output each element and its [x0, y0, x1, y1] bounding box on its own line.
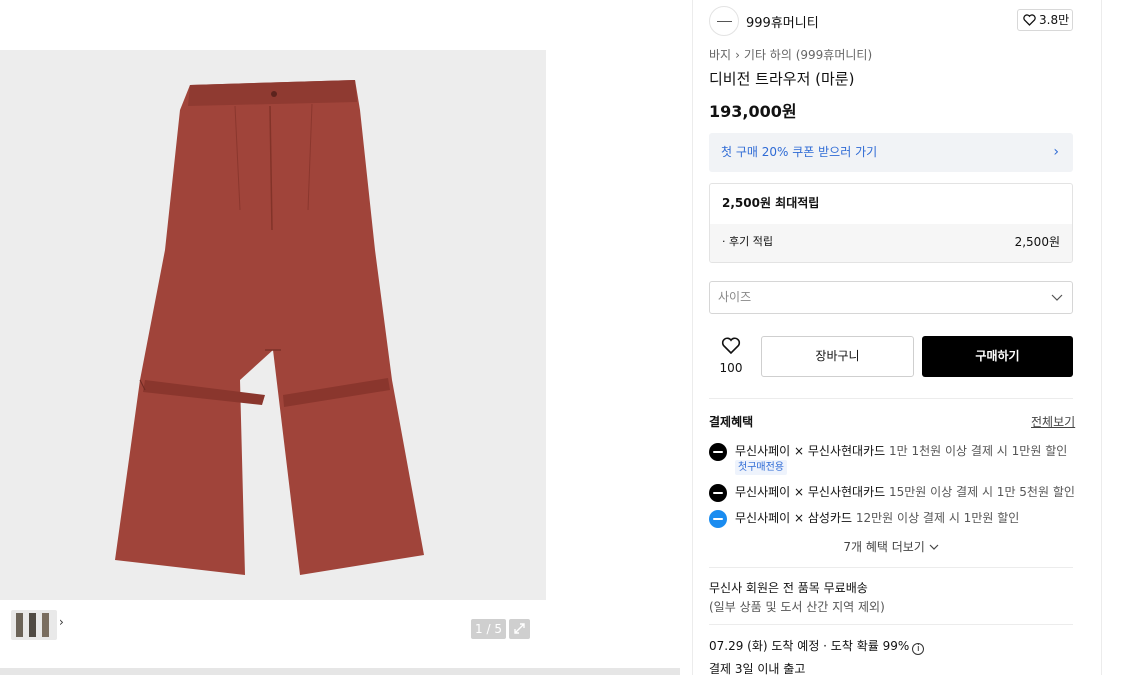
points-review-row: · 후기 적립 2,500원: [710, 224, 1072, 262]
heart-icon: [1023, 14, 1036, 26]
points-review-value: 2,500원: [1014, 235, 1060, 249]
buy-now-button[interactable]: 구매하기: [922, 336, 1073, 377]
coupon-banner[interactable]: 첫 구매 20% 쿠폰 받으러 가기 ›: [709, 133, 1073, 172]
brand-name[interactable]: 999휴머니티: [746, 12, 819, 31]
benefit-condition: 15만원 이상 결제 시 1만 5천원 할인: [889, 485, 1075, 499]
add-to-cart-button[interactable]: 장바구니: [761, 336, 914, 377]
shipping-exception-text: (일부 상품 및 도서 산간 지역 제외): [709, 600, 885, 614]
breadcrumb-subcategory[interactable]: 기타 하의 (999휴머니티): [744, 48, 872, 62]
benefit-condition: 1만 1천원 이상 결제 시 1만원 할인: [889, 444, 1068, 458]
benefits-title: 결제혜택: [709, 415, 754, 429]
wishlist-button[interactable]: 100: [709, 337, 753, 379]
breadcrumb-category[interactable]: 바지: [709, 48, 731, 62]
points-review-label: · 후기 적립: [722, 235, 773, 248]
more-benefits-button[interactable]: 7개 혜택 더보기: [709, 538, 1073, 555]
trousers-image: [115, 80, 424, 575]
breadcrumb: 바지 › 기타 하의 (999휴머니티): [709, 46, 1073, 63]
image-counter: 1 / 5: [471, 619, 506, 639]
product-price: 193,000원: [709, 102, 797, 121]
size-select[interactable]: 사이즈: [709, 281, 1073, 314]
divider: [709, 624, 1073, 625]
points-box: 2,500원 최대적립 · 후기 적립 2,500원: [709, 183, 1073, 263]
product-image[interactable]: [0, 50, 546, 600]
chevron-down-icon: [929, 544, 939, 550]
card-icon: [709, 443, 727, 461]
benefit-name: 무신사페이 × 무신사현대카드: [735, 485, 886, 499]
expand-icon[interactable]: [509, 619, 530, 639]
first-purchase-badge: 첫구매전용: [735, 460, 787, 475]
chevron-right-icon: ›: [1053, 144, 1059, 160]
thumbnail-next-icon[interactable]: ›: [59, 615, 64, 629]
arrival-text: 07.29 (화) 도착 예정 · 도착 확률 99%: [709, 639, 910, 653]
brand-like-button[interactable]: 3.8만: [1017, 9, 1073, 31]
more-benefits-label: 7개 혜택 더보기: [843, 540, 925, 554]
arrival-estimate: 07.29 (화) 도착 예정 · 도착 확률 99% i: [709, 637, 1073, 655]
breadcrumb-separator: ›: [735, 48, 740, 62]
chevron-down-icon: [1051, 282, 1063, 325]
free-shipping-text: 무신사 회원은 전 품목 무료배송: [709, 581, 868, 595]
info-icon[interactable]: i: [912, 643, 925, 655]
horizontal-scrollbar[interactable]: [0, 668, 680, 675]
wishlist-count: 100: [719, 361, 743, 375]
product-gallery: › 1 / 5: [0, 0, 546, 675]
divider: [709, 567, 1073, 568]
product-info-panel: 999휴머니티 3.8만 바지 › 기타 하의 (999휴머니티) 디비전 트라우저…: [692, 0, 1102, 675]
benefit-name: 무신사페이 × 삼성카드: [735, 511, 853, 525]
card-icon: [709, 484, 727, 502]
divider: [709, 398, 1073, 399]
thumbnail-1[interactable]: [11, 610, 57, 640]
benefits-see-all-link[interactable]: 전체보기: [1031, 413, 1075, 430]
release-text: 결제 3일 이내 출고: [709, 662, 806, 675]
size-placeholder: 사이즈: [718, 290, 752, 304]
benefit-name: 무신사페이 × 무신사현대카드: [735, 444, 886, 458]
benefit-condition: 12만원 이상 결제 시 1만원 할인: [855, 511, 1020, 525]
thumbnail-strip: ›: [0, 600, 546, 660]
heart-icon: [721, 337, 741, 355]
points-header: 2,500원 최대적립: [722, 196, 820, 210]
brand-like-count: 3.8만: [1039, 13, 1070, 27]
brand-logo[interactable]: [709, 6, 739, 36]
coupon-label: 첫 구매 20% 쿠폰 받으러 가기: [721, 145, 878, 159]
product-title: 디비전 트라우저 (마룬): [709, 70, 855, 88]
card-icon: [709, 510, 727, 528]
